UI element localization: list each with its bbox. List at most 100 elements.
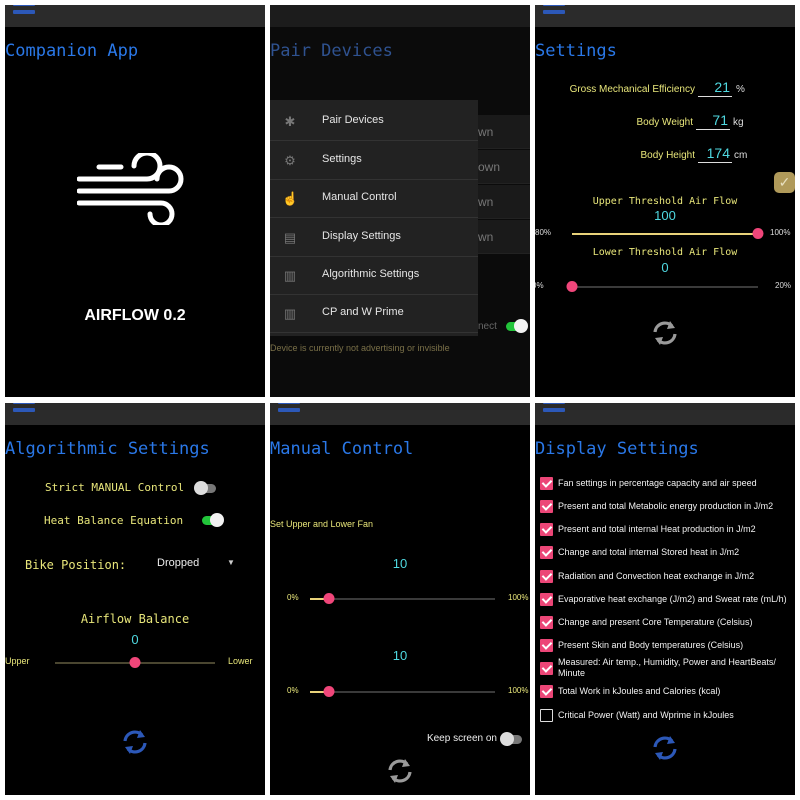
slider-thumb[interactable] xyxy=(566,281,578,292)
strict-manual-toggle[interactable] xyxy=(194,481,218,495)
airflow-balance-slider[interactable] xyxy=(55,657,215,668)
device-row[interactable]: wn xyxy=(478,185,530,219)
gme-input[interactable]: 21 xyxy=(698,79,732,97)
slider-thumb[interactable] xyxy=(323,686,334,697)
option-checkbox[interactable] xyxy=(540,616,553,629)
option-checkbox[interactable] xyxy=(540,593,553,606)
option-label: Fan settings in percentage capacity and … xyxy=(558,478,757,488)
upper-label: Upper xyxy=(5,656,30,666)
upper-fan-value: 10 xyxy=(392,556,408,571)
menu-icon[interactable] xyxy=(13,5,35,16)
top-bar xyxy=(5,403,265,425)
navigation-drawer: ✱ Pair Devices ⚙ Settings ☝ Manual Control … xyxy=(270,100,478,336)
body-weight-input[interactable]: 71 xyxy=(696,112,730,130)
refresh-icon[interactable] xyxy=(120,727,150,757)
option-checkbox[interactable] xyxy=(540,662,553,675)
touch-icon: ☝ xyxy=(282,191,299,206)
menu-icon[interactable] xyxy=(543,5,565,16)
option-label: Change and present Core Temperature (Cel… xyxy=(558,617,753,627)
option-label: Measured: Air temp., Humidity, Power and… xyxy=(558,657,776,678)
connect-label: nect xyxy=(478,321,497,332)
keep-screen-toggle[interactable] xyxy=(500,732,524,746)
heat-balance-label: Heat Balance Equation xyxy=(44,514,184,527)
body-weight-label: Body Weight xyxy=(636,117,693,128)
drawer-item-pair-devices[interactable]: ✱ Pair Devices xyxy=(270,103,478,141)
bike-position-label: Bike Position: xyxy=(25,558,127,572)
option-label: Critical Power (Watt) and Wprime in kJou… xyxy=(558,710,734,720)
option-label: Present and total Metabolic energy produ… xyxy=(558,501,774,511)
option-checkbox[interactable] xyxy=(540,639,553,652)
option-checkbox[interactable] xyxy=(540,685,553,698)
gme-unit: % xyxy=(736,84,745,95)
option-label: Change and total internal Stored heat in… xyxy=(558,547,740,557)
body-height-unit: cm xyxy=(734,150,748,161)
manual-control-screen: Manual Control Set Upper and Lower Fan 1… xyxy=(270,403,530,795)
drawer-item-algorithmic-settings[interactable]: ▥ Algorithmic Settings xyxy=(270,257,478,295)
gme-label: Gross Mechanical Efficiency xyxy=(569,84,695,95)
slider-thumb[interactable] xyxy=(129,657,141,668)
option-label: Evaporative heat exchange (J/m2) and Swe… xyxy=(558,594,787,604)
device-row[interactable]: own xyxy=(478,150,530,184)
device-row[interactable]: wn xyxy=(478,220,530,254)
drawer-item-settings[interactable]: ⚙ Settings xyxy=(270,142,478,180)
lower-label: Lower xyxy=(228,656,253,666)
page-title: Settings xyxy=(535,41,617,61)
top-bar xyxy=(5,5,265,27)
body-weight-unit: kg xyxy=(733,117,744,128)
companion-screen: Companion App AIRFLOW 0.2 xyxy=(5,5,265,397)
slider-thumb[interactable] xyxy=(323,593,334,604)
top-bar xyxy=(535,5,795,27)
refresh-icon[interactable] xyxy=(650,733,680,763)
airflow-balance-value: 0 xyxy=(131,632,139,647)
heat-balance-toggle[interactable] xyxy=(200,513,224,527)
option-checkbox[interactable] xyxy=(540,546,553,559)
menu-icon[interactable] xyxy=(543,403,565,414)
option-checkbox[interactable] xyxy=(540,477,553,490)
option-checkbox[interactable] xyxy=(540,570,553,583)
upper-threshold-slider[interactable] xyxy=(572,228,764,239)
slider-thumb[interactable] xyxy=(752,228,764,239)
bike-position-select[interactable]: Dropped xyxy=(157,557,199,569)
lower-fan-min: 0% xyxy=(287,686,299,695)
upper-threshold-value: 100 xyxy=(654,208,676,223)
page-title: Companion App xyxy=(5,41,139,61)
option-label: Present Skin and Body temperatures (Cels… xyxy=(558,640,744,650)
wind-icon xyxy=(77,153,184,225)
device-row[interactable]: wn xyxy=(478,115,530,149)
drawer-item-cp-w-prime[interactable]: ▥ CP and W Prime xyxy=(270,295,478,333)
option-checkbox[interactable] xyxy=(540,709,553,722)
body-height-input[interactable]: 174 xyxy=(698,145,732,163)
dropdown-arrow-icon[interactable]: ▼ xyxy=(227,558,235,567)
lower-threshold-label: Lower Threshold Air Flow xyxy=(592,247,738,258)
option-label: Present and total internal Heat producti… xyxy=(558,524,756,534)
lower-threshold-value: 0 xyxy=(661,260,669,275)
top-bar xyxy=(270,403,530,425)
confirm-checkbox[interactable]: ✓ xyxy=(774,172,795,193)
gear-icon: ⚙ xyxy=(284,153,296,168)
lower-min-label: 0% xyxy=(535,281,544,290)
drawer-item-manual-control[interactable]: ☝ Manual Control xyxy=(270,180,478,218)
menu-icon[interactable] xyxy=(278,403,300,414)
display-settings-screen: Display Settings Fan settings in percent… xyxy=(535,403,795,795)
settings-screen: Settings Gross Mechanical Efficiency 21 … xyxy=(535,5,795,397)
refresh-icon[interactable] xyxy=(385,756,415,786)
page-title: Manual Control xyxy=(270,439,414,459)
airflow-balance-label: Airflow Balance xyxy=(80,612,190,626)
lower-fan-slider[interactable] xyxy=(310,686,495,697)
strict-manual-label: Strict MANUAL Control xyxy=(45,481,185,494)
auto-connect-toggle[interactable] xyxy=(504,319,528,333)
upper-max-label: 100% xyxy=(770,228,791,237)
drawer-item-display-settings[interactable]: ▤ Display Settings xyxy=(270,219,478,257)
pair-devices-screen: Pair Devices wn own wn wn nect Device is… xyxy=(270,5,530,397)
lower-threshold-slider[interactable] xyxy=(566,281,758,292)
upper-fan-slider[interactable] xyxy=(310,593,495,604)
option-label: Radiation and Convection heat exchange i… xyxy=(558,571,755,581)
option-checkbox[interactable] xyxy=(540,500,553,513)
lower-max-label: 20% xyxy=(775,281,792,290)
refresh-icon[interactable] xyxy=(650,318,680,348)
menu-icon[interactable] xyxy=(13,403,35,414)
option-checkbox[interactable] xyxy=(540,523,553,536)
algorithmic-settings-screen: Algorithmic Settings Strict MANUAL Contr… xyxy=(5,403,265,795)
page-title: Algorithmic Settings xyxy=(5,439,210,459)
bluetooth-icon: ✱ xyxy=(284,114,296,129)
